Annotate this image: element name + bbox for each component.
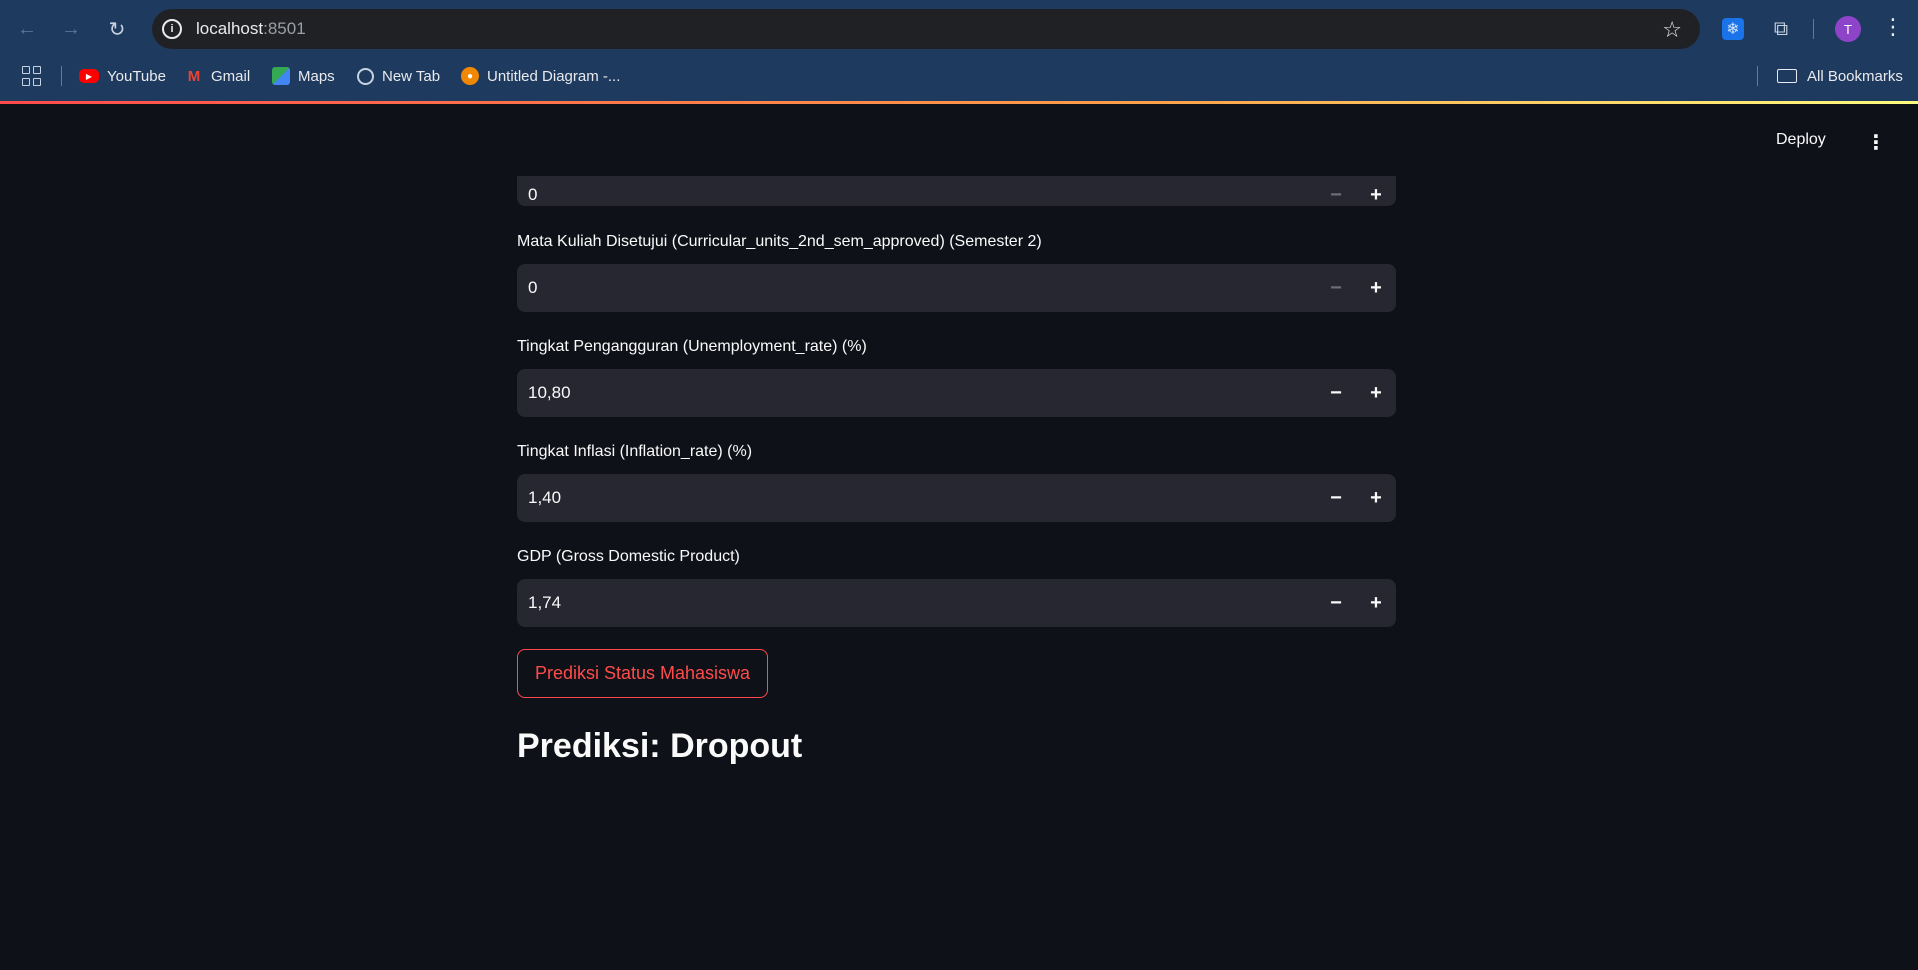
globe-icon (357, 67, 374, 85)
toolbar-divider (1813, 19, 1814, 39)
maps-icon (272, 67, 290, 85)
bookmark-label: YouTube (107, 67, 166, 85)
number-input-value[interactable]: 1,74 (528, 593, 1316, 613)
reload-icon[interactable]: ↻ (102, 14, 132, 44)
bookmark-label: Untitled Diagram -... (487, 67, 621, 85)
forward-icon[interactable]: → (56, 14, 86, 44)
number-input-value[interactable]: 0 (528, 278, 1316, 298)
increment-button[interactable]: + (1356, 369, 1396, 417)
app-header: Deploy ⋮ (0, 104, 1918, 176)
number-input-value[interactable]: 0 (528, 185, 1316, 205)
field-label: Mata Kuliah Disetujui (Curricular_units_… (517, 233, 1042, 250)
field-label: Tingkat Pengangguran (Unemployment_rate)… (517, 338, 867, 355)
decrement-button[interactable]: − (1316, 264, 1356, 312)
folder-icon (1777, 69, 1797, 83)
number-input[interactable]: 0 − + (517, 264, 1396, 312)
bookmarks-divider (61, 66, 62, 86)
all-bookmarks-label: All Bookmarks (1807, 67, 1903, 85)
predict-status-button[interactable]: Prediksi Status Mahasiswa (517, 649, 768, 698)
increment-button[interactable]: + (1356, 579, 1396, 627)
field-label: Tingkat Inflasi (Inflation_rate) (%) (517, 443, 753, 460)
decrement-button[interactable]: − (1316, 369, 1356, 417)
all-bookmarks[interactable]: All Bookmarks (1777, 64, 1903, 88)
bookmark-star-icon[interactable]: ☆ (1662, 17, 1682, 43)
number-input[interactable]: 10,80 − + (517, 369, 1396, 417)
gmail-icon: M (187, 67, 201, 85)
bookmarks-divider-right (1757, 66, 1758, 86)
number-input-value[interactable]: 1,40 (528, 488, 1316, 508)
number-input[interactable]: 1,74 − + (517, 579, 1396, 627)
drawio-icon: ● (461, 67, 479, 85)
decrement-button[interactable]: − (1316, 474, 1356, 522)
extension-snowflake-icon[interactable]: ❄ (1722, 18, 1744, 40)
bookmark-maps[interactable]: Maps (272, 64, 335, 88)
bookmark-label: Maps (298, 67, 335, 85)
site-info-icon[interactable]: i (162, 19, 182, 39)
back-icon[interactable]: ← (12, 14, 42, 44)
app-menu-icon[interactable]: ⋮ (1866, 130, 1886, 155)
profile-avatar[interactable]: T (1835, 16, 1861, 42)
bookmark-label: New Tab (382, 67, 441, 85)
field-label: GDP (Gross Domestic Product) (517, 548, 740, 565)
number-input-value[interactable]: 10,80 (528, 383, 1316, 403)
url-host: localhost (196, 19, 264, 38)
deploy-button[interactable]: Deploy (1776, 131, 1826, 149)
address-bar[interactable]: i localhost:8501 ☆ (152, 9, 1700, 49)
increment-button[interactable]: + (1356, 264, 1396, 312)
extensions-puzzle-icon[interactable]: ⧉ (1768, 16, 1794, 42)
increment-button[interactable]: + (1356, 474, 1396, 522)
apps-grid-icon[interactable] (22, 66, 42, 86)
number-input[interactable]: 1,40 − + (517, 474, 1396, 522)
bookmark-label: Gmail (211, 67, 251, 85)
browser-menu-icon[interactable]: ⋮ (1882, 14, 1904, 40)
bookmark-youtube[interactable]: ▶ YouTube (79, 64, 166, 88)
prediction-result: Prediksi: Dropout (517, 727, 803, 765)
decrement-button[interactable]: − (1316, 579, 1356, 627)
url-text: localhost:8501 (196, 19, 306, 39)
bookmark-gmail[interactable]: M Gmail (185, 64, 250, 88)
youtube-icon: ▶ (79, 69, 99, 83)
bookmark-untitled-diagram[interactable]: ● Untitled Diagram -... (461, 64, 620, 88)
bookmark-new-tab[interactable]: New Tab (357, 64, 440, 88)
url-port: :8501 (263, 19, 306, 38)
